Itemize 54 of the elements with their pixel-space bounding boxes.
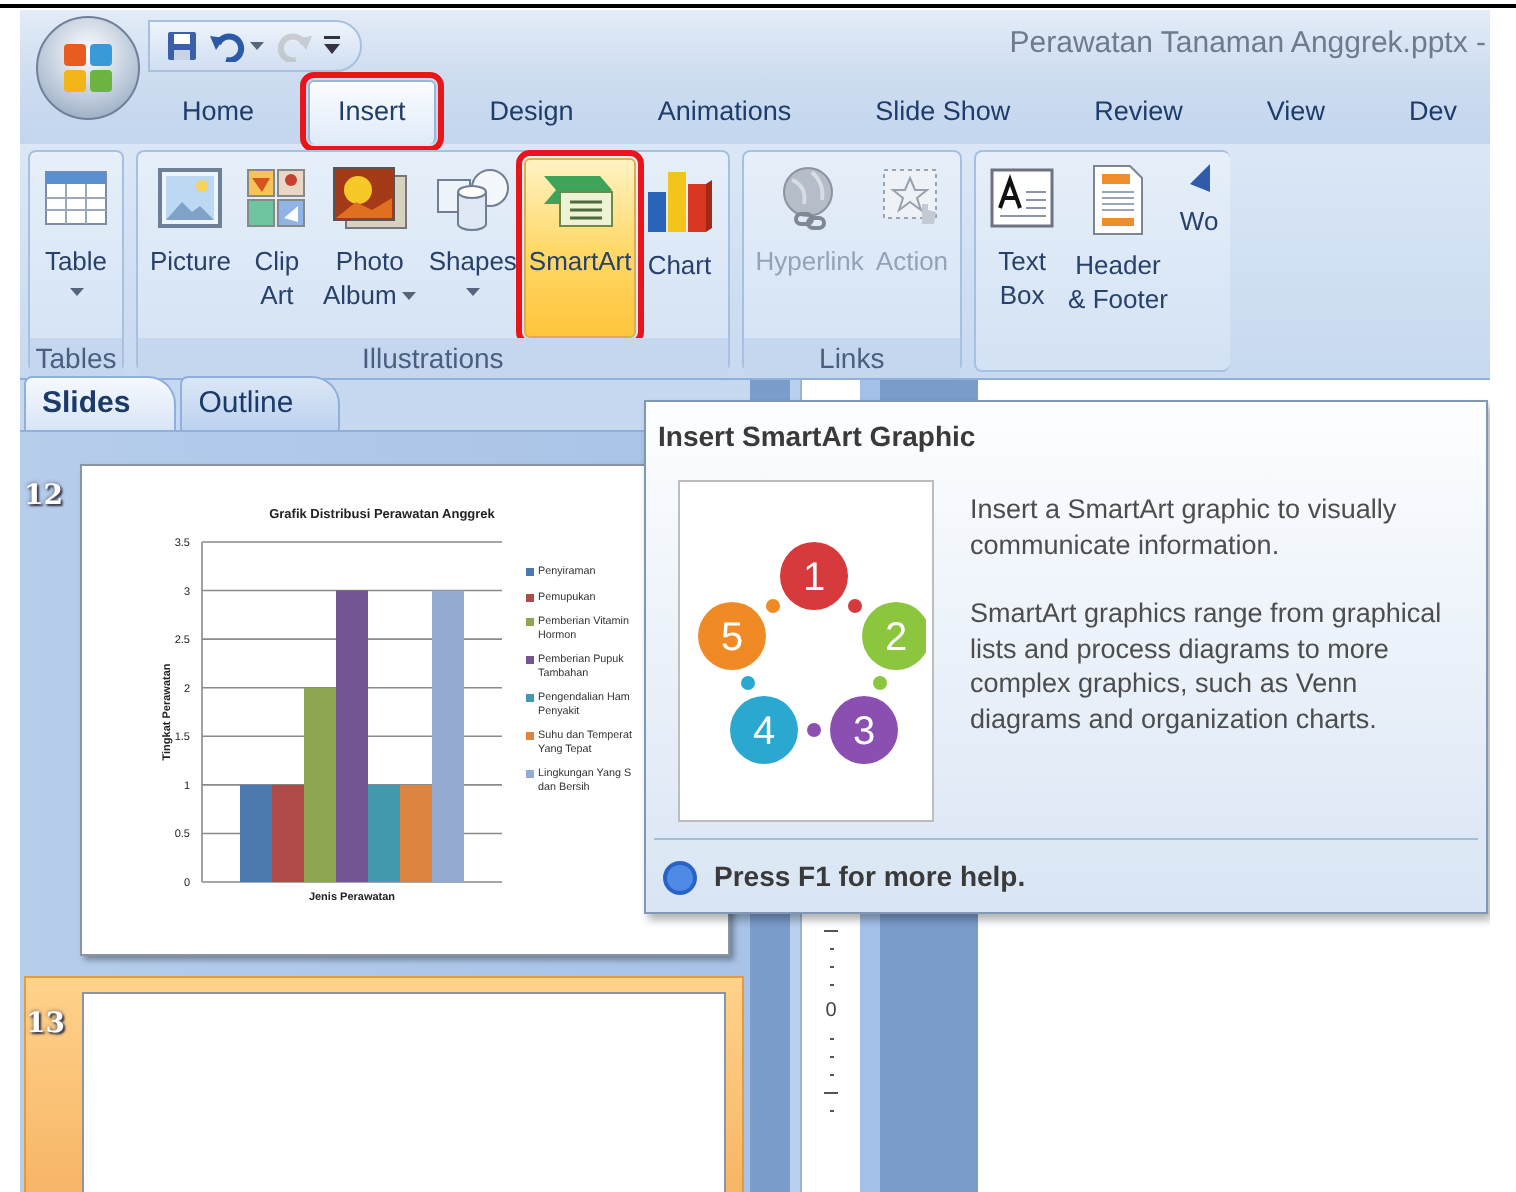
undo-button[interactable] (210, 29, 264, 61)
tooltip-description: Insert a SmartArt graphic to visually communicate information. (970, 492, 1399, 562)
ribbon-button[interactable]: Header & Footer (1064, 158, 1172, 338)
numbered-circle: 1 (780, 541, 848, 609)
wordart-icon (1189, 164, 1210, 192)
text-box-icon (988, 164, 1057, 232)
help-icon (662, 859, 698, 895)
group-label: Tables (30, 338, 122, 378)
ribbon-tab[interactable]: Design (459, 79, 604, 144)
group-label: Links (743, 338, 961, 378)
ribbon-button[interactable]: Table (38, 158, 114, 338)
group-label: Illustrations (138, 338, 728, 378)
numbered-circle: 5 (698, 601, 766, 669)
pane-tab[interactable]: Outline (180, 375, 340, 430)
slide-number: 13 (26, 1006, 67, 1044)
ribbon-tab[interactable]: Slide Show (845, 79, 1041, 144)
save-icon (166, 29, 198, 61)
ribbon-button[interactable]: Picture (146, 158, 235, 338)
customize-button[interactable] (324, 36, 340, 54)
office-logo-icon (62, 42, 114, 94)
pane-tab[interactable]: Slides (24, 375, 177, 430)
redo-icon (276, 29, 312, 61)
ribbon-button[interactable]: Chart (639, 158, 720, 338)
ruler-label: 0 (825, 1002, 837, 1022)
ribbon-button[interactable]: Text Box (984, 158, 1061, 338)
numbered-circle: 4 (730, 695, 798, 763)
caret-icon (402, 291, 417, 299)
ribbon-button[interactable]: Photo Album (318, 158, 421, 338)
image-grid-icon (242, 164, 311, 232)
ribbon-button[interactable]: Clip Art (238, 158, 315, 338)
caret-icon (324, 36, 340, 54)
landscape-picture-icon (156, 164, 225, 232)
undo-icon (210, 29, 246, 61)
save-button[interactable] (166, 29, 198, 61)
caret-icon (465, 288, 480, 296)
window-title: Perawatan Tanaman Anggrek.pptx - (1009, 24, 1488, 65)
ribbon-tab[interactable]: Animations (627, 79, 822, 144)
tooltip-title: Insert SmartArt Graphic (656, 418, 978, 456)
document-icon (1087, 164, 1148, 236)
shapes-icon (434, 164, 511, 232)
slide-number: 12 (24, 478, 65, 516)
help-text: Press F1 for more help. (714, 858, 1026, 896)
numbered-circle: 3 (830, 695, 898, 763)
ribbon-tab[interactable]: Review (1064, 79, 1213, 144)
ribbon-tab[interactable]: Home (152, 79, 285, 144)
photo-icon (329, 164, 410, 232)
chart-bar (240, 784, 272, 882)
ribbon-button[interactable]: Wo (1175, 158, 1223, 338)
ribbon-tab[interactable]: View (1236, 79, 1355, 144)
caret-icon (250, 41, 264, 49)
slide-thumbnail[interactable] (82, 992, 726, 1192)
caret-icon (69, 288, 83, 296)
ribbon-tab[interactable]: Dev (1378, 79, 1487, 144)
tooltip-description: SmartArt graphics range from graphical lists and process diagrams to more complex graphics, such as Venn diagrams and organization charts. (970, 596, 1444, 736)
